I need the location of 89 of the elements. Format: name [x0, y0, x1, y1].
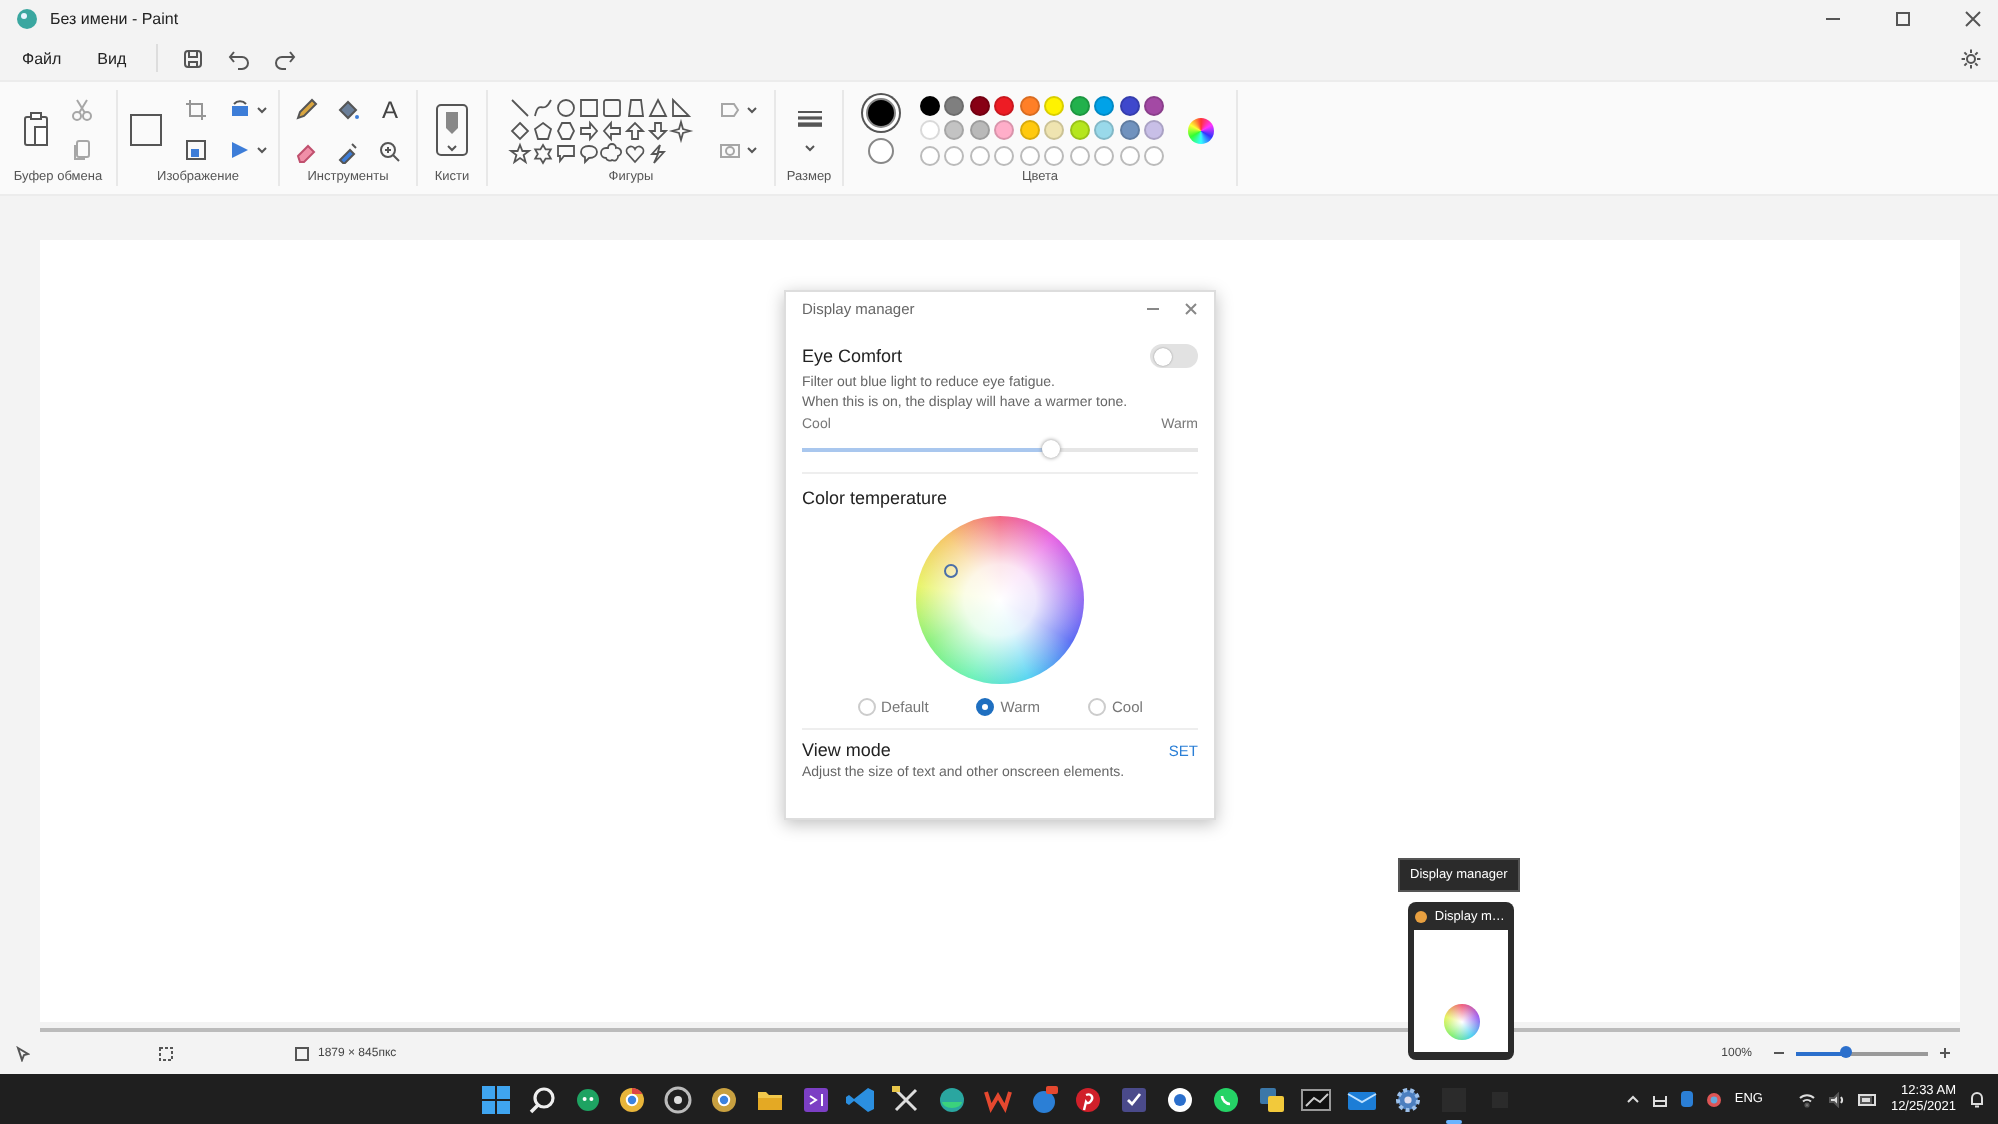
empty-color-slot[interactable]: [1094, 145, 1115, 165]
color-swatch[interactable]: [1094, 95, 1115, 115]
empty-color-slot[interactable]: [1069, 145, 1090, 165]
caret-icon: [256, 146, 268, 154]
color-swatch[interactable]: [994, 120, 1015, 140]
brush-icon[interactable]: [434, 102, 470, 158]
flip-icon[interactable]: [228, 138, 252, 162]
current-color[interactable]: [865, 97, 896, 127]
maximize-icon[interactable]: [1894, 9, 1912, 27]
select-icon[interactable]: [128, 112, 164, 148]
color-swatch[interactable]: [1069, 120, 1090, 140]
empty-color-slot[interactable]: [1119, 145, 1140, 165]
minimize-icon[interactable]: [1146, 302, 1160, 316]
selection-size-icon: [158, 1045, 174, 1061]
section-heading: View mode: [802, 740, 891, 760]
toggle-switch[interactable]: [1150, 344, 1198, 368]
paste-icon[interactable]: [22, 110, 50, 150]
start-icon[interactable]: [478, 1081, 514, 1117]
color-wheel-icon[interactable]: [1188, 117, 1215, 143]
zoom-slider-thumb[interactable]: [1840, 1046, 1853, 1058]
caret-icon: [745, 146, 757, 154]
undo-icon[interactable]: [228, 47, 251, 69]
color-swatch[interactable]: [1144, 120, 1165, 140]
canvas-size-icon: [294, 1045, 310, 1061]
current-color[interactable]: [867, 137, 894, 163]
eraser-icon[interactable]: [294, 139, 318, 163]
line-size-icon[interactable]: [795, 108, 823, 128]
empty-color-slot[interactable]: [1044, 145, 1065, 165]
color-picker-marker[interactable]: [944, 564, 958, 578]
empty-color-slot[interactable]: [1144, 145, 1165, 165]
menu-item[interactable]: Вид: [91, 45, 133, 71]
rotate-icon[interactable]: [228, 98, 252, 122]
caret-icon: [745, 106, 757, 114]
section-heading: Color temperature: [802, 488, 948, 508]
close-icon[interactable]: [1184, 302, 1198, 316]
horizontal-scrollbar[interactable]: [40, 1028, 1960, 1032]
slider-thumb[interactable]: [1042, 440, 1061, 458]
empty-color-slot[interactable]: [944, 145, 965, 165]
color-swatch[interactable]: [1094, 120, 1115, 140]
preview-thumbnail: [1414, 930, 1509, 1052]
close-icon[interactable]: [1964, 9, 1982, 27]
color-swatch[interactable]: [1044, 120, 1065, 140]
crop-icon[interactable]: [184, 98, 208, 122]
shapes-gallery-drawing[interactable]: [505, 94, 697, 166]
color-swatch[interactable]: [969, 95, 990, 115]
wifi-icon[interactable]: [1798, 1091, 1817, 1107]
color-swatch[interactable]: [969, 120, 990, 140]
empty-color-slot[interactable]: [969, 145, 990, 165]
disc-icon[interactable]: [660, 1081, 697, 1117]
color-swatch[interactable]: [944, 95, 965, 115]
empty-color-slot[interactable]: [994, 145, 1015, 165]
zoom-in-icon[interactable]: [1938, 1046, 1952, 1060]
notification-bell-icon[interactable]: [1968, 1090, 1986, 1108]
save-icon[interactable]: [182, 47, 205, 69]
menu-item[interactable]: Файл: [16, 45, 68, 71]
pencil-icon[interactable]: [294, 97, 318, 121]
fill-bucket-icon[interactable]: [336, 97, 360, 121]
zoom-out-icon[interactable]: [1772, 1046, 1786, 1060]
caret-icon: [803, 144, 815, 152]
color-swatch[interactable]: [1019, 95, 1040, 115]
section-heading: Eye Comfort: [802, 346, 903, 366]
color-swatch[interactable]: [919, 120, 940, 140]
color-swatch[interactable]: [1119, 120, 1140, 140]
color-swatch[interactable]: [944, 120, 965, 140]
color-swatch[interactable]: [1069, 95, 1090, 115]
color-swatch[interactable]: [1019, 120, 1040, 140]
redo-icon[interactable]: [274, 47, 297, 69]
battery-icon[interactable]: [1858, 1091, 1879, 1107]
caret-icon: [256, 106, 268, 114]
pointer-icon: [16, 1045, 30, 1061]
chevron-up-icon[interactable]: [1626, 1094, 1641, 1104]
app-icon: [1414, 910, 1429, 924]
resize-icon[interactable]: [184, 138, 208, 162]
security-icon[interactable]: [1706, 1091, 1723, 1107]
empty-color-slot[interactable]: [1019, 145, 1040, 165]
magnifier-icon[interactable]: [378, 139, 402, 163]
window-title: Без имени - Paint: [50, 9, 179, 27]
color-swatch[interactable]: [919, 95, 940, 115]
color-swatch[interactable]: [1119, 95, 1140, 115]
paint-app-icon: [16, 7, 38, 29]
text-tool[interactable]: A: [381, 97, 398, 121]
speaker-icon[interactable]: [1828, 1091, 1847, 1107]
bluetooth-icon[interactable]: [1680, 1090, 1695, 1108]
color-picker-icon[interactable]: [336, 139, 360, 163]
color-swatch[interactable]: [1044, 95, 1065, 115]
color-swatch[interactable]: [994, 95, 1015, 115]
empty-color-slot[interactable]: [919, 145, 940, 165]
settings-icon[interactable]: [1960, 47, 1982, 69]
color-swatch[interactable]: [1144, 95, 1165, 115]
